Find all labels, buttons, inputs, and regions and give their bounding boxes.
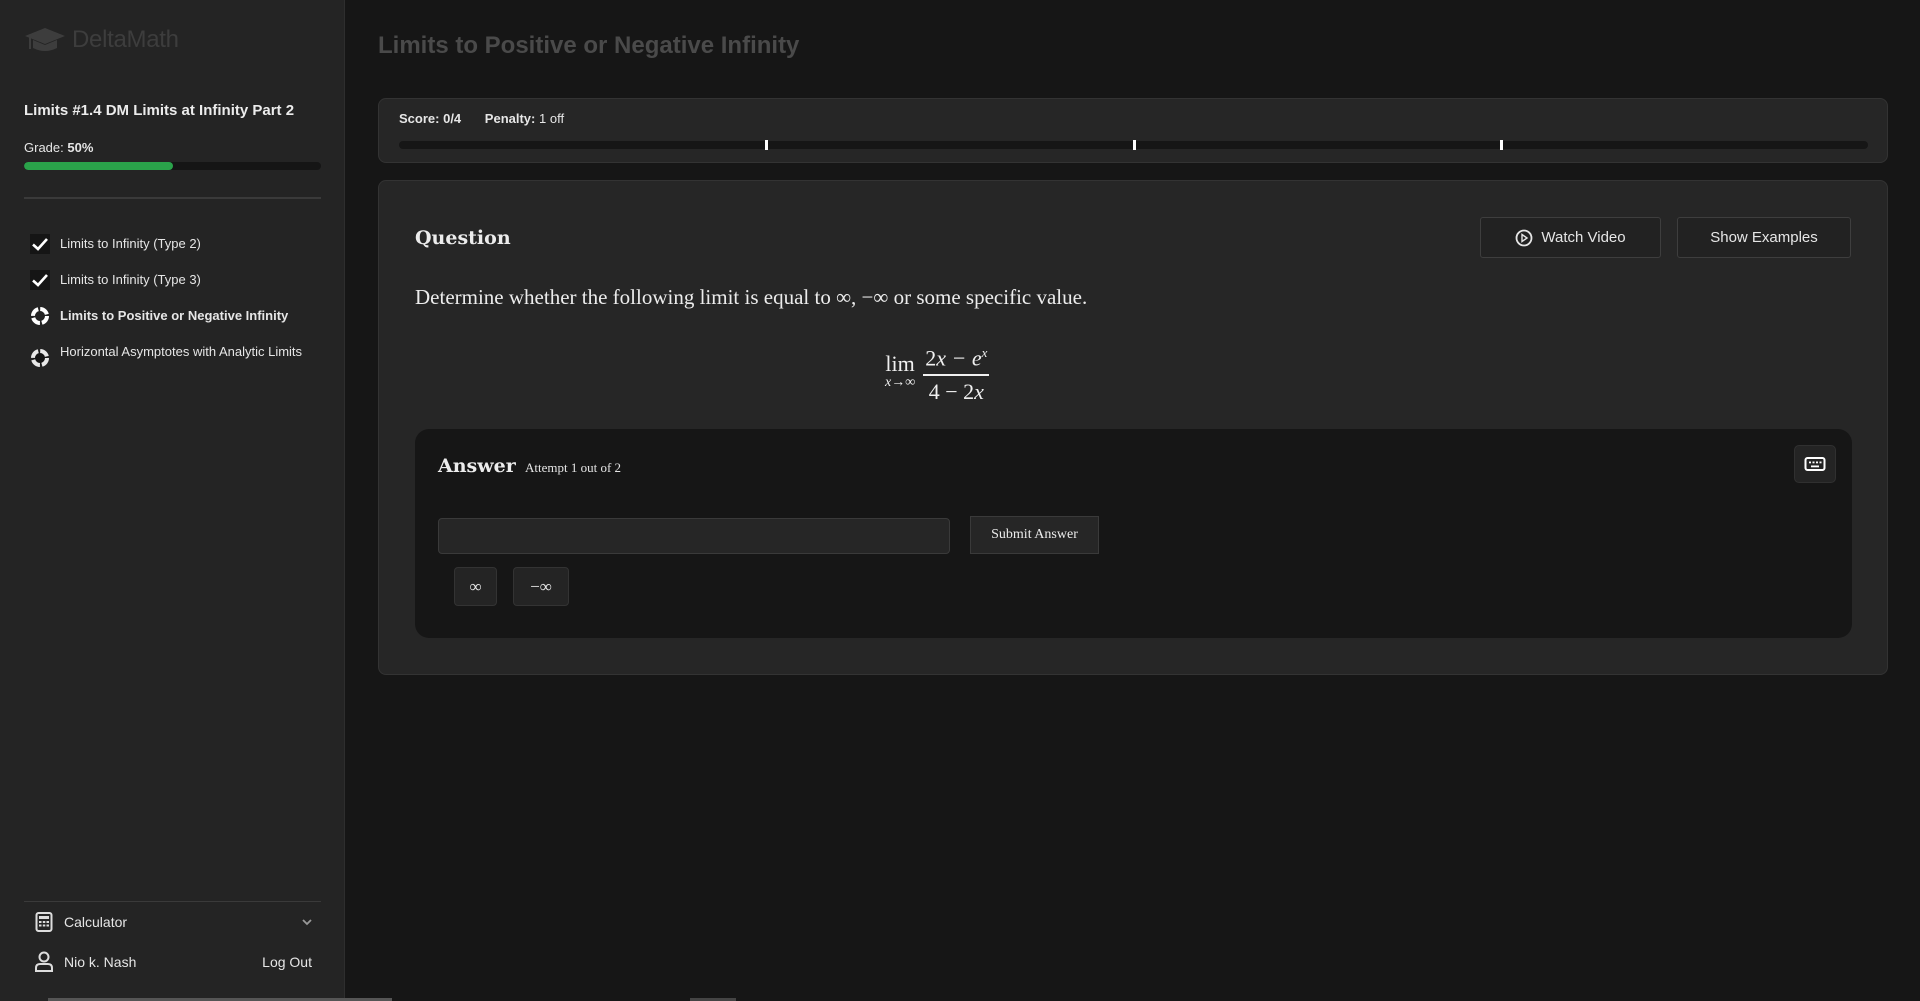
logout-link[interactable]: Log Out [262,954,312,970]
penalty-value: 1 off [539,111,565,126]
show-examples-button[interactable]: Show Examples [1677,217,1851,258]
lim-subscript: x→∞ [885,375,916,391]
calculator-icon [35,912,53,932]
question-card: Question Watch Video Show Examples Deter… [378,180,1888,675]
user-row: Nio k. Nash Log Out [34,950,314,974]
score-line: Score: 0/4 Penalty: 1 off [399,111,564,126]
question-prompt: Determine whether the following limit is… [415,285,1088,309]
skill-item-limits-to-positive-or-negative-infinity[interactable]: Limits to Positive or Negative Infinity [30,306,320,326]
num-coef: 2 [925,345,937,371]
grade-progress-bar [24,162,321,170]
answer-heading: Answer [438,455,516,477]
limit-operator: lim x→∞ [885,353,915,391]
progress-ring-icon [30,306,50,326]
score-segment-divider [765,140,769,150]
fraction-bar [923,374,990,376]
checkmark-icon [30,234,50,254]
play-circle-icon [1515,229,1533,246]
skill-item-horizontal-asymptotes[interactable]: Horizontal Asymptotes with Analytic Limi… [30,342,320,368]
skill-label: Limits to Positive or Negative Infinity [60,308,289,323]
grade-label-text: Grade: [24,140,64,155]
grade-progress-fill [24,162,173,170]
skill-item-limits-to-infinity-type-2[interactable]: Limits to Infinity (Type 2) [30,234,320,254]
user-icon [35,951,53,972]
score-card: Score: 0/4 Penalty: 1 off [378,98,1888,163]
grade-value: 50% [67,140,94,155]
skill-item-limits-to-infinity-type-3[interactable]: Limits to Infinity (Type 3) [30,270,320,290]
calculator-toggle[interactable]: Calculator [34,910,314,934]
sidebar-divider [24,197,321,199]
numerator: 2x − ex [923,339,989,372]
denominator: 4 − 2x [927,378,986,406]
skill-label: Limits to Infinity (Type 2) [60,236,201,251]
chevron-down-icon [302,919,312,926]
den-var: x [974,378,984,404]
watch-video-label: Watch Video [1541,229,1626,246]
penalty: Penalty: 1 off [485,111,564,126]
page-title: Limits to Positive or Negative Infinity [378,32,800,59]
skill-label: Horizontal Asymptotes with Analytic Limi… [60,344,303,359]
lim-text: lim [885,351,915,377]
sidebar-bottom-divider [24,901,321,902]
answer-box: Answer Attempt 1 out of 2 Submit Answer … [415,429,1852,638]
answer-input[interactable] [438,518,950,554]
num-var: x [936,345,946,371]
graduation-cap-icon [25,28,65,51]
assignment-title: Limits #1.4 DM Limits at Infinity Part 2 [24,102,295,119]
keyboard-toggle-button[interactable] [1794,445,1836,483]
score-progress-bar [399,140,1868,150]
attempt-counter: Attempt 1 out of 2 [525,460,622,475]
score-label: Score: [399,111,440,126]
deltamath-logo[interactable]: DeltaMath [24,26,179,54]
skill-list: Limits to Infinity (Type 2) Limits to In… [30,234,320,384]
question-heading: Question [415,227,511,249]
brand-name: DeltaMath [72,26,179,53]
num-term: − e [945,345,982,371]
insert-infinity-button[interactable]: ∞ [454,567,497,606]
insert-negative-infinity-button[interactable]: −∞ [513,567,569,606]
fraction: 2x − ex 4 − 2x [923,339,990,406]
score-segment-divider [1132,140,1136,150]
den-const: 4 − 2 [928,378,975,404]
score-segment-divider [1499,140,1503,150]
progress-ring-icon [30,348,50,368]
score-value: 0/4 [443,111,462,126]
sidebar: DeltaMath Limits #1.4 DM Limits at Infin… [0,0,392,1001]
skill-label: Limits to Infinity (Type 3) [60,272,201,287]
calculator-label: Calculator [64,914,128,930]
grade-label: Grade: 50% [24,140,93,155]
penalty-label: Penalty: [484,111,536,126]
watch-video-button[interactable]: Watch Video [1480,217,1661,258]
limit-expression: lim x→∞ 2x − ex 4 − 2x [885,339,990,406]
num-exponent: x [981,345,988,360]
keyboard-icon [1804,457,1826,471]
user-name: Nio k. Nash [64,954,137,970]
checkmark-icon [30,270,50,290]
submit-answer-button[interactable]: Submit Answer [970,516,1099,554]
